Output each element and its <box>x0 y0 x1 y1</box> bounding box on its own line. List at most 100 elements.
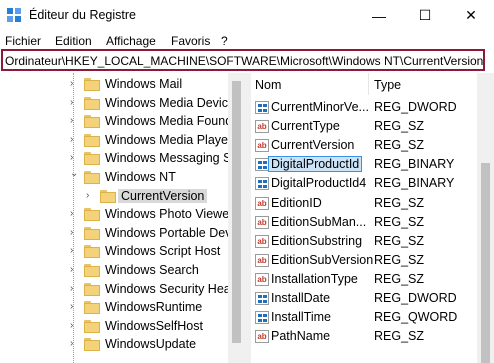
value-name: EditionSubMan... <box>271 214 367 229</box>
registry-editor-icon <box>7 8 21 22</box>
folder-icon <box>100 189 116 203</box>
chevron-right-icon[interactable]: › <box>70 301 73 312</box>
folder-icon <box>84 152 100 166</box>
string-value-icon: ab <box>255 139 269 153</box>
address-bar[interactable]: Ordinateur\HKEY_LOCAL_MACHINE\SOFTWARE\M… <box>1 49 485 71</box>
tree-item-label: CurrentVersion <box>118 188 208 203</box>
column-header-name[interactable]: Nom <box>255 73 281 95</box>
tree-item-label: Windows Script Host <box>105 244 221 259</box>
tree-item[interactable]: › Windows Search <box>0 261 228 280</box>
binary-value-icon <box>255 311 269 325</box>
chevron-down-icon[interactable]: ⌄ <box>70 168 78 179</box>
menu-favoris[interactable]: Favoris <box>171 34 210 48</box>
value-type: REG_SZ <box>374 252 425 267</box>
tree-item-label: Windows Mail <box>105 77 183 91</box>
chevron-right-icon[interactable]: › <box>70 227 73 238</box>
chevron-right-icon[interactable]: › <box>70 320 73 331</box>
value-type: REG_SZ <box>374 233 425 248</box>
tree-item-label: Windows Media Player <box>105 132 228 147</box>
string-value-icon: ab <box>255 272 269 286</box>
value-row[interactable]: ab CurrentVersion REG_SZ <box>251 136 477 155</box>
close-button[interactable]: ✕ <box>448 0 494 31</box>
tree-item[interactable]: › CurrentVersion <box>0 187 228 206</box>
value-name: CurrentType <box>271 119 340 134</box>
value-row[interactable]: DigitalProductId4 REG_BINARY <box>251 174 477 193</box>
chevron-right-icon[interactable]: › <box>70 134 73 145</box>
tree-item[interactable]: › Windows Portable Devices <box>0 224 228 243</box>
value-row[interactable]: InstallTime REG_QWORD <box>251 308 477 327</box>
values-scrollbar-thumb[interactable] <box>481 163 490 363</box>
menu-help[interactable]: ? <box>221 34 228 48</box>
menu-affichage[interactable]: Affichage <box>106 34 156 48</box>
column-header-type[interactable]: Type <box>374 73 401 95</box>
tree-item-label: Windows Portable Devices <box>105 225 228 240</box>
value-row[interactable]: ab InstallationType REG_SZ <box>251 270 477 289</box>
folder-icon <box>84 282 100 296</box>
string-value-icon: ab <box>255 330 269 344</box>
value-type: REG_DWORD <box>374 100 457 114</box>
chevron-right-icon[interactable]: › <box>86 190 89 201</box>
value-row[interactable]: ab PathName REG_SZ <box>251 327 477 346</box>
chevron-right-icon[interactable]: › <box>70 264 73 275</box>
tree-item[interactable]: › Windows Messaging Subsystem <box>0 149 228 168</box>
chevron-right-icon[interactable]: › <box>70 283 73 294</box>
tree-item[interactable]: › WindowsUpdate <box>0 335 228 354</box>
menu-bar: Fichier Edition Affichage Favoris ? <box>0 31 494 49</box>
folder-icon <box>84 115 100 129</box>
value-name: InstallDate <box>271 291 331 305</box>
tree-scrollbar-thumb[interactable] <box>232 81 241 343</box>
value-name: EditionID <box>271 195 322 210</box>
chevron-right-icon[interactable]: › <box>70 152 73 163</box>
tree-item-label: Windows Photo Viewer <box>105 207 228 222</box>
tree-scrollbar[interactable] <box>228 73 245 363</box>
binary-value-icon <box>255 158 269 172</box>
tree-item[interactable]: › Windows Security Health <box>0 280 228 299</box>
value-row[interactable]: ab EditionSubMan... REG_SZ <box>251 213 477 232</box>
value-type: REG_BINARY <box>374 157 455 172</box>
tree-item[interactable]: › WindowsRuntime <box>0 298 228 317</box>
value-type: REG_SZ <box>374 195 425 210</box>
value-type: REG_SZ <box>374 119 425 134</box>
value-row[interactable]: ab EditionID REG_SZ <box>251 194 477 213</box>
value-row[interactable]: CurrentMinorVe... REG_DWORD <box>251 98 477 117</box>
values-scrollbar[interactable] <box>477 73 494 363</box>
value-name: CurrentMinorVe... <box>271 100 369 114</box>
chevron-right-icon[interactable]: › <box>70 245 73 256</box>
tree-item-label: Windows Search <box>105 263 199 277</box>
binary-value-icon <box>255 177 269 191</box>
value-row[interactable]: ab CurrentType REG_SZ <box>251 117 477 136</box>
address-path: Ordinateur\HKEY_LOCAL_MACHINE\SOFTWARE\M… <box>5 54 484 68</box>
minimize-button[interactable]: — <box>356 0 402 31</box>
tree-item[interactable]: ⌄ Windows NT <box>0 168 228 187</box>
maximize-button[interactable]: ☐ <box>402 0 448 31</box>
binary-value-icon <box>255 292 269 305</box>
folder-icon <box>84 338 100 352</box>
tree-item[interactable]: › Windows Script Host <box>0 242 228 261</box>
menu-fichier[interactable]: Fichier <box>5 34 41 48</box>
value-type: REG_QWORD <box>374 310 458 325</box>
tree-item[interactable]: › WindowsSelfHost <box>0 317 228 336</box>
value-row[interactable]: InstallDate REG_DWORD <box>251 289 477 308</box>
tree-item[interactable]: › Windows Mail <box>0 75 228 94</box>
chevron-right-icon[interactable]: › <box>70 97 73 108</box>
chevron-right-icon[interactable]: › <box>70 78 73 89</box>
value-row[interactable]: ab EditionSubstring REG_SZ <box>251 232 477 251</box>
value-row[interactable]: ab EditionSubVersion REG_SZ <box>251 251 477 270</box>
chevron-right-icon[interactable]: › <box>70 338 73 349</box>
tree-item-label: WindowsSelfHost <box>105 318 203 333</box>
string-value-icon: ab <box>255 120 269 134</box>
column-separator[interactable] <box>368 73 369 95</box>
tree-item[interactable]: › Windows Media Player <box>0 131 228 150</box>
tree-item[interactable]: › Windows Media Foundation <box>0 112 228 131</box>
window-title: Éditeur du Registre <box>29 8 137 22</box>
menu-edition[interactable]: Edition <box>55 34 92 48</box>
value-row[interactable]: DigitalProductId REG_BINARY <box>251 155 477 174</box>
chevron-right-icon[interactable]: › <box>70 208 73 219</box>
tree-item[interactable]: › Windows Media Device <box>0 94 228 113</box>
tree-item[interactable]: › Windows Photo Viewer <box>0 205 228 224</box>
folder-icon <box>84 301 100 315</box>
value-name: EditionSubstring <box>271 233 363 248</box>
tree-item-label: WindowsUpdate <box>105 337 197 352</box>
chevron-right-icon[interactable]: › <box>70 115 73 126</box>
folder-icon <box>84 133 100 147</box>
